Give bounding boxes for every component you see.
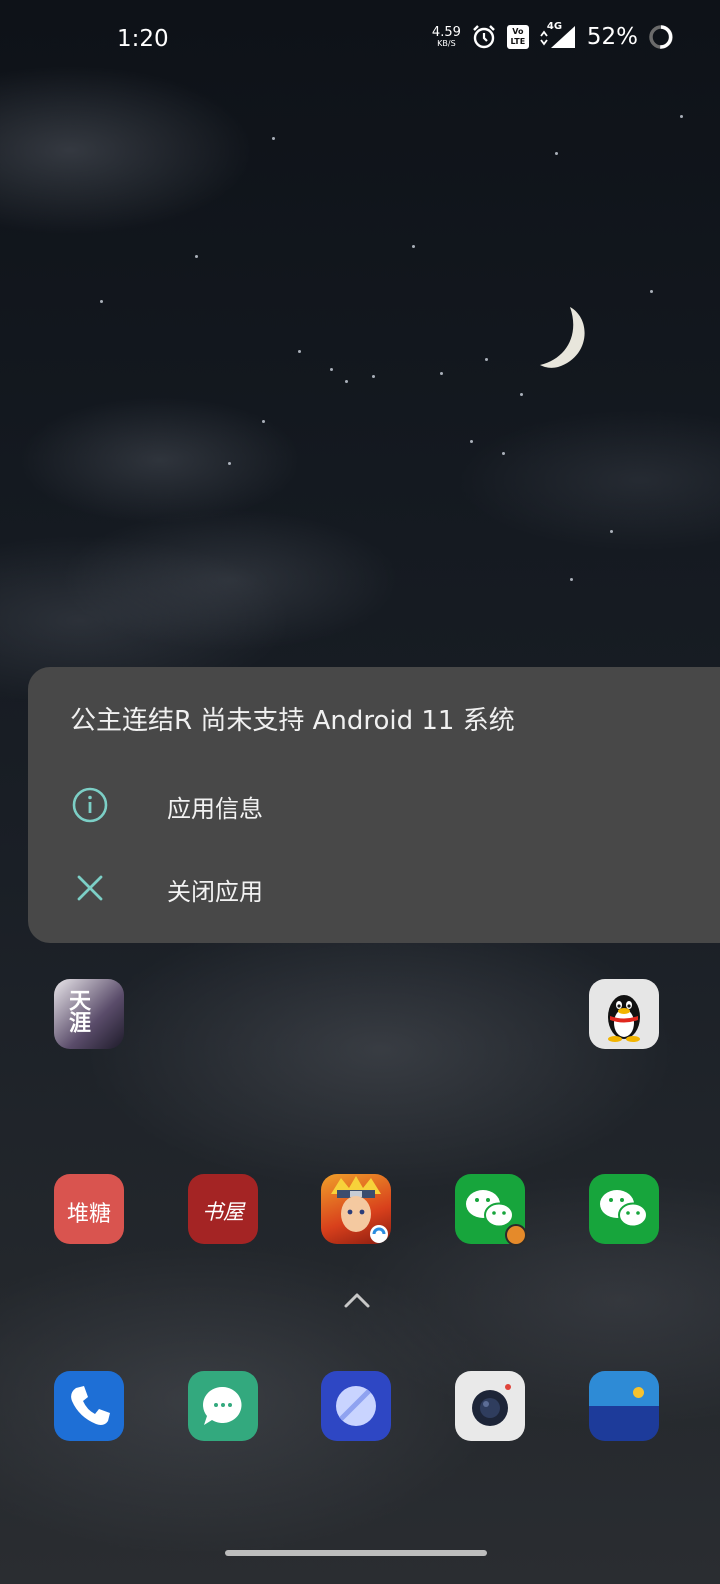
app-drawer-chevron-icon[interactable]	[343, 1290, 371, 1310]
status-time: 1:20	[117, 26, 169, 52]
app-info-label: 应用信息	[167, 795, 263, 823]
sun-icon	[633, 1387, 644, 1398]
wechat-clone-app[interactable]	[455, 1174, 527, 1246]
camera-lens-icon	[472, 1384, 511, 1426]
camera-app[interactable]	[455, 1371, 525, 1441]
gallery-app[interactable]	[589, 1371, 659, 1441]
tianya-app-text: 天涯	[65, 989, 91, 1033]
clone-badge-icon	[505, 1224, 527, 1246]
naruto-character-icon	[331, 1176, 388, 1243]
messages-app[interactable]	[188, 1371, 258, 1441]
volte-icon: Vo LTE	[506, 25, 529, 49]
phone-icon	[71, 1386, 110, 1425]
network-speed: 4.59 KB/S	[432, 26, 461, 48]
app-info-option[interactable]: 应用信息	[28, 765, 720, 845]
wechat-bubbles-icon	[600, 1190, 648, 1228]
phone-app[interactable]	[54, 1371, 124, 1441]
battery-ring-icon	[649, 25, 673, 49]
shuwu-app[interactable]: 书屋	[188, 1174, 258, 1244]
qq-penguin-icon	[608, 995, 640, 1042]
network-speed-value: 4.59	[431, 25, 461, 40]
close-icon	[77, 875, 103, 901]
qq-app[interactable]	[589, 979, 659, 1049]
status-icons: 4.59 KB/S Vo LTE 4G 52%	[432, 21, 674, 50]
duitang-app-text: 堆糖	[66, 1202, 111, 1227]
network-speed-unit: KB/S	[437, 39, 456, 48]
battery-percent: 52%	[586, 24, 638, 50]
moon-icon	[540, 307, 585, 368]
dialog-title: 公主连结R 尚未支持 Android 11 系统	[70, 706, 515, 736]
tianya-mingyuedao-app[interactable]: 天涯	[54, 979, 124, 1049]
status-bar: 1:20 4.59 KB/S Vo LTE 4G 52%	[0, 0, 720, 80]
close-app-option[interactable]: 关闭应用	[28, 848, 720, 928]
shuwu-app-text: 书屋	[202, 1200, 244, 1224]
message-bubble-icon	[203, 1386, 242, 1425]
cellular-signal-icon: 4G	[539, 21, 577, 50]
close-app-label: 关闭应用	[167, 878, 263, 906]
alarm-icon	[473, 25, 495, 49]
browser-app[interactable]	[321, 1371, 391, 1441]
app-compat-dialog: 公主连结R 尚未支持 Android 11 系统 应用信息 关闭应用	[28, 667, 720, 943]
naruto-game-app[interactable]	[321, 1174, 391, 1244]
gesture-navigation-bar[interactable]	[225, 1550, 487, 1556]
duitang-app[interactable]: 堆糖	[54, 1174, 124, 1244]
wechat-app[interactable]	[589, 1174, 659, 1244]
browser-globe-icon	[336, 1386, 376, 1426]
info-icon	[72, 787, 108, 823]
